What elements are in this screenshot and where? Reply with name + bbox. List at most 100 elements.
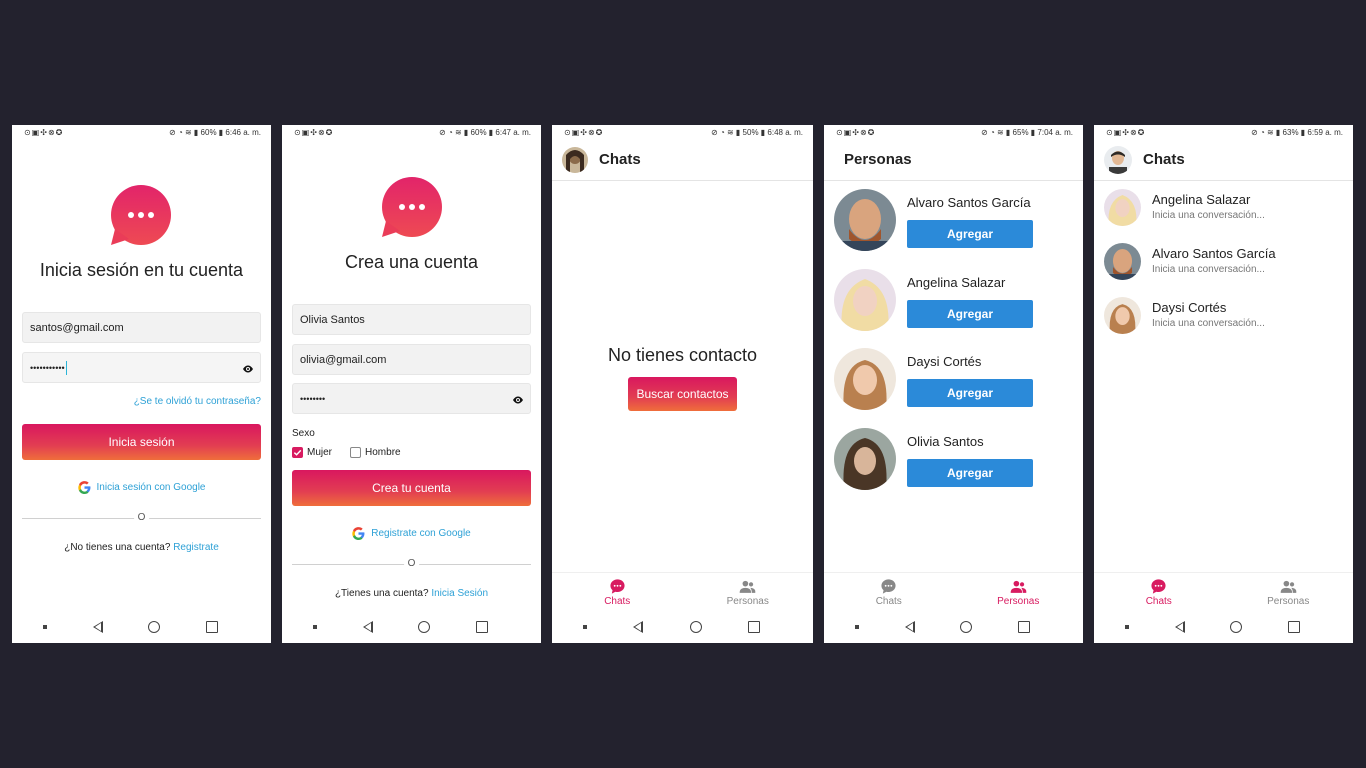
recents-icon[interactable] (1018, 621, 1031, 633)
register-link[interactable]: Registrate (173, 542, 219, 553)
tab-people[interactable]: Personas (954, 573, 1084, 611)
avatar[interactable] (1104, 145, 1132, 174)
register-screen: ⊙▣✣⊗✪ ⊘ ◔ ≋ ▮ 60% ▮ 6:47 a. m. Crea una … (282, 125, 541, 643)
android-nav-bar (1094, 611, 1353, 643)
google-login-button[interactable]: Inicia sesión con Google (12, 481, 271, 494)
back-icon[interactable] (1174, 621, 1185, 633)
chat-bubble-logo-icon (109, 185, 171, 247)
status-bar: ⊙▣✣⊗✪ ⊘ ◔ ≋ ▮ 50% ▮ 6:48 a. m. (552, 125, 813, 139)
sex-options: Mujer Hombre (292, 447, 401, 458)
status-bar: ⊙▣✣⊗✪ ⊘ ◔ ≋ ▮ 60% ▮ 6:46 a. m. (12, 125, 271, 139)
people-tab-icon (739, 578, 756, 595)
back-icon[interactable] (362, 621, 373, 633)
person-name: Alvaro Santos García (907, 195, 1031, 210)
name-value: Olivia Santos (300, 313, 365, 326)
chat-row[interactable]: Angelina Salazar Inicia una conversación… (1104, 189, 1343, 229)
eye-icon[interactable] (512, 394, 524, 406)
back-icon[interactable] (92, 621, 103, 633)
notification-icons: ⊙▣✣⊗✪ (836, 127, 876, 137)
battery-level: 60% (470, 127, 487, 137)
login-prompt: ¿Tienes una cuenta? Inicia Sesión (282, 588, 541, 599)
female-checkbox[interactable] (292, 447, 303, 458)
forgot-password-link[interactable]: ¿Se te olvidó tu contraseña? (134, 396, 261, 407)
tab-people[interactable]: Personas (683, 573, 814, 611)
person-name: Olivia Santos (907, 434, 984, 449)
chat-tab-icon (609, 578, 626, 595)
nav-dot-icon (854, 625, 859, 629)
person-name: Daysi Cortés (907, 354, 982, 369)
male-checkbox[interactable] (350, 447, 362, 458)
login-link[interactable]: Inicia Sesión (431, 588, 488, 599)
back-icon[interactable] (904, 621, 915, 633)
google-login-label: Inicia sesión con Google (96, 482, 206, 493)
check-icon (293, 449, 302, 456)
status-bar: ⊙▣✣⊗✪ ⊘ ◔ ≋ ▮ 65% ▮ 7:04 a. m. (824, 125, 1083, 139)
eye-icon[interactable] (242, 363, 254, 375)
avatar (834, 189, 896, 251)
google-register-button[interactable]: Registrate con Google (282, 527, 541, 540)
person-row: Alvaro Santos García Agregar (834, 189, 1073, 255)
chat-row[interactable]: Alvaro Santos García Inicia una conversa… (1104, 243, 1343, 283)
home-icon[interactable] (960, 621, 973, 633)
chat-preview: Inicia una conversación... (1152, 210, 1265, 221)
name-field[interactable]: Olivia Santos (292, 304, 531, 335)
person-row: Daysi Cortés Agregar (834, 348, 1073, 414)
email-field[interactable]: olivia@gmail.com (292, 344, 531, 375)
page-title: Inicia sesión en tu cuenta (39, 260, 244, 280)
chat-bubble-logo-icon (380, 177, 442, 239)
recents-icon[interactable] (1288, 621, 1301, 633)
android-nav-bar (282, 611, 541, 643)
tab-chats[interactable]: Chats (552, 573, 683, 611)
chat-row[interactable]: Daysi Cortés Inicia una conversación... (1104, 297, 1343, 337)
nav-dot-icon (583, 625, 588, 629)
password-field[interactable]: •••••••• (292, 383, 531, 414)
nav-dot-icon (1124, 625, 1129, 629)
chat-tab-icon (880, 578, 897, 595)
email-value: santos@gmail.com (30, 321, 124, 334)
home-icon[interactable] (1230, 621, 1243, 633)
add-button[interactable]: Agregar (907, 220, 1033, 248)
clock: 7:04 a. m. (1037, 127, 1073, 137)
empty-state-text: No tienes contacto (607, 345, 758, 365)
password-field[interactable]: ••••••••••• (22, 352, 261, 383)
search-contacts-button[interactable]: Buscar contactos (628, 377, 737, 411)
clock: 6:46 a. m. (225, 127, 261, 137)
add-button[interactable]: Agregar (907, 300, 1033, 328)
password-value: ••••••••••• (30, 362, 65, 373)
email-field[interactable]: santos@gmail.com (22, 312, 261, 343)
chat-tab-icon (1150, 578, 1167, 595)
login-button[interactable]: Inicia sesión (22, 424, 261, 460)
home-icon[interactable] (689, 621, 702, 633)
tab-people[interactable]: Personas (1224, 573, 1354, 611)
avatar (1104, 297, 1141, 334)
people-tab-icon (1280, 578, 1297, 595)
google-icon (78, 481, 91, 494)
text-caret (65, 360, 67, 375)
recents-icon[interactable] (476, 621, 489, 633)
tab-chats[interactable]: Chats (1094, 573, 1224, 611)
add-button[interactable]: Agregar (907, 459, 1033, 487)
avatar[interactable] (562, 146, 588, 173)
clock: 6:47 a. m. (495, 127, 531, 137)
home-icon[interactable] (148, 621, 161, 633)
chat-name: Angelina Salazar (1152, 192, 1251, 207)
status-bar: ⊙▣✣⊗✪ ⊘ ◔ ≋ ▮ 60% ▮ 6:47 a. m. (282, 125, 541, 139)
add-button[interactable]: Agregar (907, 379, 1033, 407)
female-label: Mujer (307, 447, 333, 458)
app-header: Personas (824, 139, 1083, 181)
notification-icons: ⊙▣✣⊗✪ (1106, 127, 1146, 137)
clock: 6:48 a. m. (767, 127, 803, 137)
chats-list-screen: ⊙▣✣⊗✪ ⊘ ◔ ≋ ▮ 63% ▮ 6:59 a. m. Chats Ang… (1094, 125, 1353, 643)
recents-icon[interactable] (747, 621, 760, 633)
status-right: ⊘ ◔ ≋ ▮ 60% ▮ 6:46 a. m. (169, 127, 261, 137)
home-icon[interactable] (418, 621, 431, 633)
avatar (834, 348, 896, 410)
google-icon (352, 527, 365, 540)
create-account-button[interactable]: Crea tu cuenta (292, 470, 531, 506)
tab-people-label: Personas (726, 595, 769, 607)
people-screen: ⊙▣✣⊗✪ ⊘ ◔ ≋ ▮ 65% ▮ 7:04 a. m. Personas … (824, 125, 1083, 643)
avatar (834, 269, 896, 331)
back-icon[interactable] (633, 621, 644, 633)
recents-icon[interactable] (206, 621, 219, 633)
tab-chats[interactable]: Chats (824, 573, 954, 611)
